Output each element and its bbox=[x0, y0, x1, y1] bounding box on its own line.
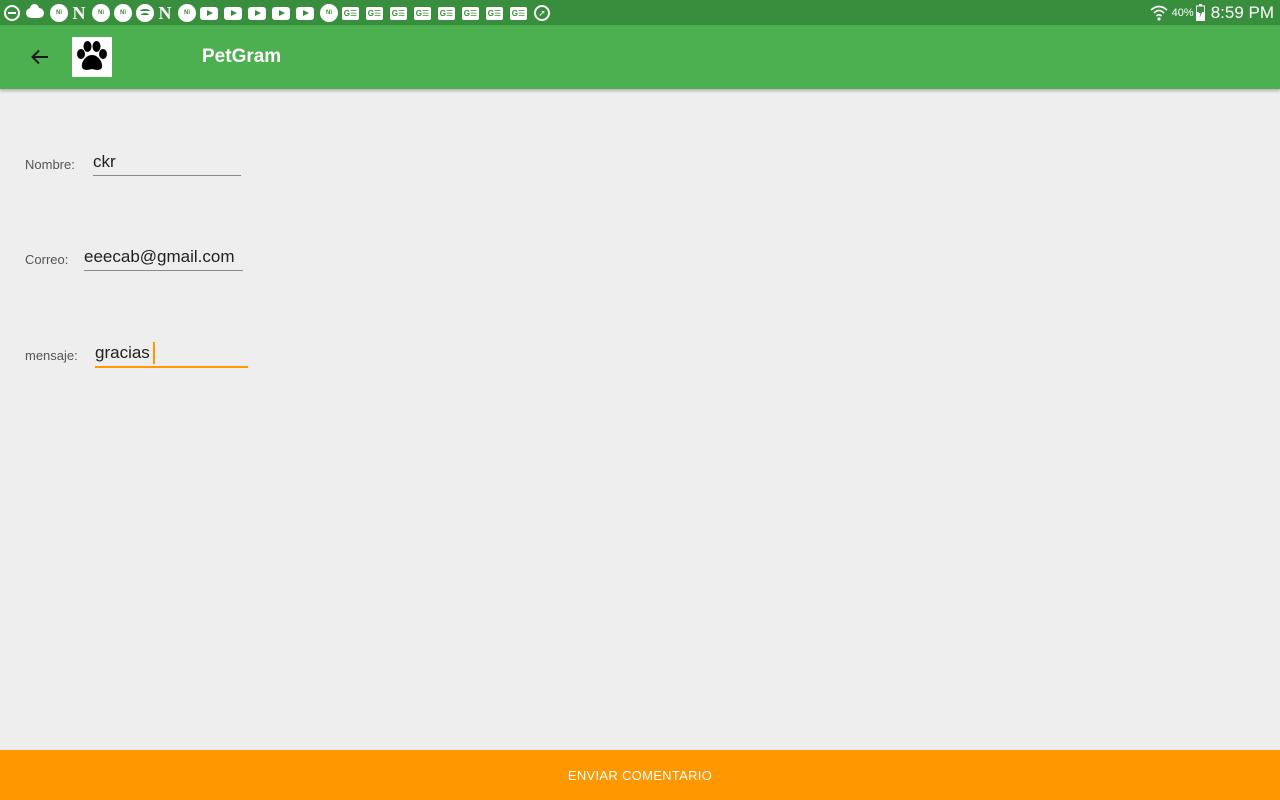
status-indicators: 40% 8:59 PM bbox=[1150, 0, 1274, 25]
message-field[interactable] bbox=[95, 342, 248, 368]
g-icon: G☰ bbox=[510, 6, 527, 20]
email-label: Correo: bbox=[25, 252, 69, 267]
message-label: mensaje: bbox=[25, 348, 78, 363]
battery-charging-icon bbox=[1195, 4, 1205, 21]
ni-icon: Ni bbox=[50, 4, 68, 22]
ni-icon: Ni bbox=[114, 4, 132, 22]
back-button[interactable] bbox=[22, 39, 58, 75]
name-label: Nombre: bbox=[25, 157, 75, 172]
g-icon: G☰ bbox=[438, 6, 455, 20]
compass-icon: ➚ bbox=[534, 5, 550, 21]
spotify-icon bbox=[136, 4, 154, 22]
g-icon: G☰ bbox=[366, 6, 383, 20]
g-icon: G☰ bbox=[414, 6, 431, 20]
message-underline bbox=[95, 366, 248, 368]
name-underline bbox=[93, 175, 241, 176]
email-field[interactable] bbox=[84, 246, 244, 272]
youtube-icon bbox=[248, 6, 266, 20]
app-title: PetGram bbox=[202, 46, 282, 67]
g-icon: G☰ bbox=[486, 6, 503, 20]
youtube-icon bbox=[224, 6, 242, 20]
dnd-icon bbox=[4, 5, 20, 21]
battery-percent: 40% bbox=[1171, 6, 1194, 19]
notification-icons: Ni N Ni Ni N Ni Ni G☰ G☰ G☰ G☰ G☰ G☰ G☰ … bbox=[4, 3, 554, 23]
text-cursor bbox=[153, 342, 155, 364]
wifi-icon bbox=[1150, 5, 1168, 21]
send-comment-button[interactable]: ENVIAR COMENTARIO bbox=[0, 750, 1280, 800]
ni-icon: Ni bbox=[92, 4, 110, 22]
youtube-icon bbox=[272, 6, 290, 20]
arrow-back-icon bbox=[31, 49, 48, 65]
youtube-icon bbox=[296, 6, 314, 20]
name-field[interactable] bbox=[93, 151, 241, 177]
netflix-icon: N bbox=[158, 3, 172, 23]
g-icon: G☰ bbox=[342, 6, 359, 20]
status-bar: Ni N Ni Ni N Ni Ni G☰ G☰ G☰ G☰ G☰ G☰ G☰ … bbox=[0, 0, 1280, 25]
ni-icon: Ni bbox=[178, 4, 196, 22]
paw-logo bbox=[72, 37, 112, 77]
g-icon: G☰ bbox=[462, 6, 479, 20]
email-underline bbox=[84, 270, 243, 271]
g-icon: G☰ bbox=[390, 6, 407, 20]
ni-icon: Ni bbox=[320, 4, 338, 22]
youtube-icon bbox=[200, 6, 218, 20]
app-bar: PetGram bbox=[0, 25, 1280, 89]
clock: 8:59 PM bbox=[1210, 2, 1274, 22]
paw-icon bbox=[77, 41, 107, 70]
cloud-icon bbox=[26, 4, 44, 18]
netflix-icon: N bbox=[72, 3, 86, 23]
